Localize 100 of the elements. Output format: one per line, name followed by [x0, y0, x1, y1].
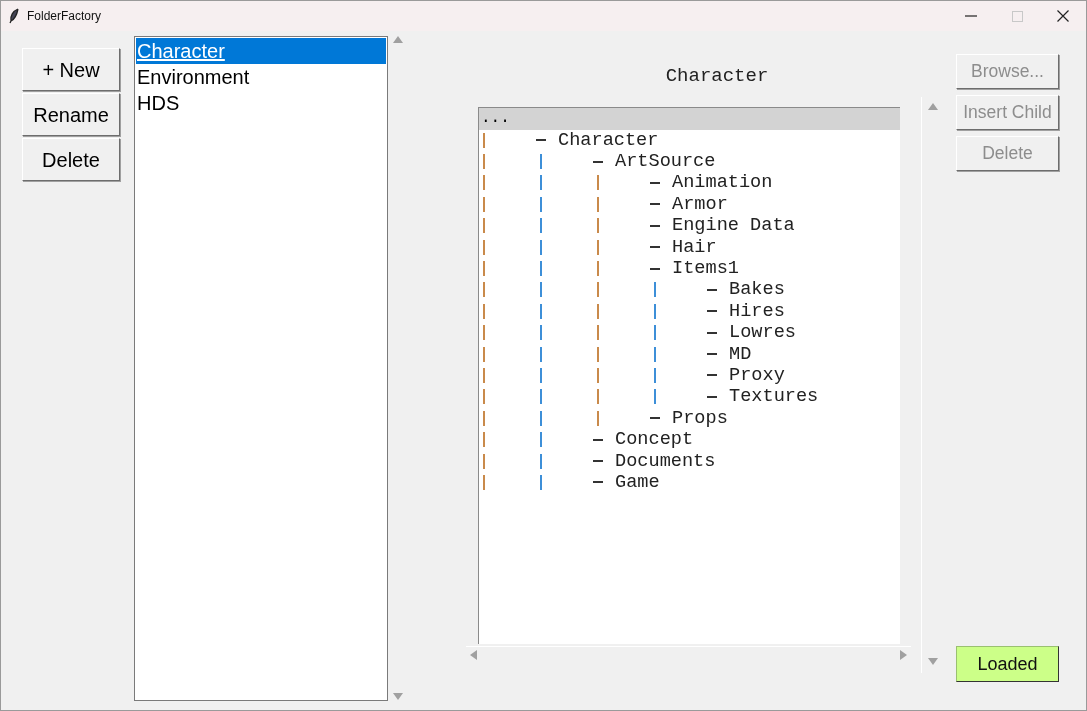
- tree-node-label[interactable]: MD: [729, 343, 752, 365]
- branch-dash: [707, 353, 717, 356]
- project-list-item[interactable]: Environment: [136, 64, 386, 90]
- tree-guide-line: [540, 218, 542, 234]
- tree-guide-line: [597, 389, 599, 405]
- scroll-down-arrow-icon[interactable]: [927, 657, 938, 665]
- tree-node-label[interactable]: Concept: [615, 429, 694, 451]
- tree-guide-line: [597, 303, 599, 319]
- branch-dash: [707, 331, 717, 334]
- branch-dash: [593, 481, 603, 484]
- tree-guide-line: [540, 282, 542, 298]
- tree-guide-line: [597, 218, 599, 234]
- tree-guide-line: [540, 175, 542, 191]
- tree-node-label[interactable]: Bakes: [729, 279, 785, 301]
- tree-guide-line: [597, 410, 599, 426]
- tree-node-label[interactable]: Proxy: [729, 365, 785, 386]
- tree-guide-line: [483, 453, 485, 469]
- tree-node-label[interactable]: Engine Data: [672, 215, 795, 237]
- tree-node-label[interactable]: Animation: [672, 172, 773, 194]
- tree-guide-line: [483, 432, 485, 448]
- tree-guide-line: [654, 346, 656, 362]
- tree-guide-line: [540, 346, 542, 362]
- branch-dash: [707, 395, 717, 398]
- branch-dash: [536, 139, 546, 142]
- tree-guide-line: [540, 368, 542, 383]
- tree-node-label[interactable]: Textures: [729, 386, 819, 408]
- branch-dash: [650, 203, 660, 206]
- branch-dash: [593, 160, 603, 163]
- tree-guide-line: [540, 432, 542, 448]
- minimize-icon: [965, 15, 977, 17]
- branch-dash: [593, 438, 603, 441]
- tree-node-label[interactable]: Props: [672, 407, 728, 429]
- branch-dash: [593, 460, 603, 463]
- scroll-right-arrow-icon[interactable]: [900, 650, 907, 660]
- branch-dash: [707, 374, 717, 377]
- tree-guide-line: [483, 389, 485, 405]
- scroll-up-arrow-icon[interactable]: [393, 36, 403, 43]
- tree-guide-line: [483, 282, 485, 298]
- action-button[interactable]: Rename: [22, 93, 120, 136]
- tree-guide-line: [597, 368, 599, 383]
- tree-guide-line: [483, 196, 485, 212]
- tree-node-label[interactable]: Hires: [729, 300, 785, 322]
- tree-header-row[interactable]: ...: [479, 107, 900, 130]
- tree-guide-line: [540, 239, 542, 255]
- tree-guide-line: [540, 410, 542, 426]
- tree-node-label[interactable]: Game: [615, 471, 660, 493]
- tree-guide-line: [597, 196, 599, 212]
- tree-guide-line: [483, 368, 485, 383]
- tree-guide-line: [654, 282, 656, 298]
- branch-dash: [650, 224, 660, 227]
- tree-guide-line: [597, 346, 599, 362]
- project-list-item[interactable]: Character: [136, 38, 386, 64]
- tree-guide-line: [483, 154, 485, 170]
- tree-guide-line: [540, 196, 542, 212]
- tree-node-label[interactable]: Armor: [672, 193, 728, 215]
- tree-guide-line: [483, 132, 485, 148]
- action-button[interactable]: Delete: [22, 138, 120, 181]
- window-title: FolderFactory: [27, 8, 102, 25]
- tree-guide-line: [597, 325, 599, 341]
- maximize-icon: [1011, 10, 1023, 22]
- tree-guide-line: [483, 218, 485, 234]
- tree-guide-line: [654, 325, 656, 341]
- tree-guide-line: [540, 325, 542, 341]
- close-icon: [1057, 10, 1069, 22]
- tree-node-label[interactable]: ArtSource: [615, 151, 716, 173]
- branch-dash: [707, 310, 717, 313]
- scroll-left-arrow-icon[interactable]: [470, 650, 477, 660]
- tree-node-label[interactable]: Hair: [672, 236, 717, 258]
- tree-guide-line: [540, 474, 542, 490]
- tree-guide-line: [483, 239, 485, 255]
- tree-guide-line: [540, 303, 542, 319]
- project-list-item[interactable]: HDS: [136, 90, 386, 116]
- tree-guide-line: [540, 154, 542, 170]
- tree-guide-line: [654, 389, 656, 405]
- tree-guide-line: [654, 303, 656, 319]
- tree-guide-line: [540, 453, 542, 469]
- branch-dash: [650, 181, 660, 184]
- tree-node-label[interactable]: Lowres: [729, 322, 796, 344]
- tree-guide-line: [540, 261, 542, 277]
- branch-dash: [707, 288, 717, 291]
- action-button[interactable]: + New: [22, 48, 120, 91]
- tree-guide-line: [483, 261, 485, 277]
- tree-guide-line: [540, 389, 542, 405]
- tree-guide-line: [483, 303, 485, 319]
- tree-node-label[interactable]: Items1: [672, 258, 739, 280]
- status-indicator: Loaded: [956, 646, 1059, 682]
- tree-guide-line: [483, 325, 485, 341]
- tree-node-label[interactable]: Documents: [615, 450, 716, 472]
- tree-guide-line: [483, 474, 485, 490]
- tree-guide-line: [597, 261, 599, 277]
- tree-node-label[interactable]: Character: [558, 129, 659, 151]
- scroll-down-arrow-icon[interactable]: [393, 693, 403, 700]
- tree-guide-line: [597, 175, 599, 191]
- branch-dash: [650, 417, 660, 420]
- feather-icon: [9, 8, 19, 24]
- tree-guide-line: [597, 282, 599, 298]
- tree-guide-line: [483, 175, 485, 191]
- tree-guide-line: [483, 346, 485, 362]
- tree-guide-line: [654, 368, 656, 383]
- scroll-up-arrow-icon[interactable]: [927, 102, 938, 110]
